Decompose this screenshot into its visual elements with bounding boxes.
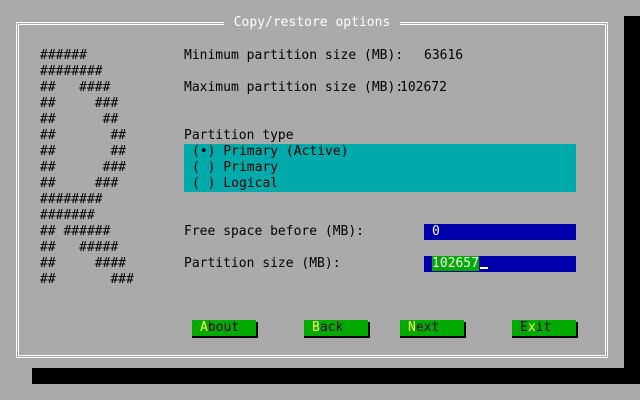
free-space-input[interactable]: 0 bbox=[424, 224, 576, 240]
hotkey-letter: A bbox=[200, 320, 208, 335]
exit-button[interactable]: Exit bbox=[512, 320, 578, 338]
copy-restore-dialog: Copy/restore options ###### ######## ## … bbox=[0, 0, 624, 368]
dialog-title: Copy/restore options bbox=[224, 15, 400, 31]
radio-primary[interactable]: ( ) Primary bbox=[192, 160, 278, 176]
next-button[interactable]: Next bbox=[400, 320, 466, 338]
min-size-label: Minimum partition size (MB): bbox=[184, 48, 404, 63]
about-button[interactable]: About bbox=[192, 320, 258, 338]
radio-mark: ( ) bbox=[192, 160, 216, 175]
button-label-prefix: E bbox=[520, 320, 528, 335]
button-shadow bbox=[400, 336, 464, 338]
button-shadow bbox=[256, 322, 258, 338]
radio-label: Primary (Active) bbox=[223, 144, 349, 159]
button-label: bout bbox=[207, 320, 240, 335]
logo-art: ###### ######## ## #### ## ### ## ## ## … bbox=[40, 48, 134, 287]
radio-logical[interactable]: ( ) Logical bbox=[192, 176, 278, 192]
partition-type-label: Partition type bbox=[184, 128, 294, 143]
min-size-value: 63616 bbox=[424, 48, 464, 63]
radio-primary-active[interactable]: (•) Primary (Active) bbox=[192, 144, 349, 160]
free-space-label: Free space before (MB): bbox=[184, 224, 365, 239]
button-shadow bbox=[192, 336, 256, 338]
partition-size-input[interactable]: 102657 bbox=[424, 256, 576, 272]
button-shadow bbox=[512, 336, 576, 338]
hotkey-letter: x bbox=[527, 320, 536, 335]
button-shadow bbox=[576, 322, 578, 338]
free-space-value: 0 bbox=[432, 224, 440, 239]
hotkey-letter: N bbox=[408, 320, 416, 335]
radio-mark-selected: (•) bbox=[192, 144, 216, 159]
radio-label: Primary bbox=[223, 160, 279, 175]
button-shadow bbox=[368, 322, 370, 338]
button-label: ext bbox=[415, 320, 440, 335]
button-shadow bbox=[304, 336, 368, 338]
max-size-value: 102672 bbox=[400, 80, 447, 95]
hotkey-letter: B bbox=[312, 320, 320, 335]
partition-size-label: Partition size (MB): bbox=[184, 256, 341, 271]
back-button[interactable]: Back bbox=[304, 320, 370, 338]
radio-label: Logical bbox=[223, 176, 279, 191]
button-label: it bbox=[535, 320, 552, 335]
text-cursor bbox=[479, 267, 488, 269]
radio-mark: ( ) bbox=[192, 176, 216, 191]
button-shadow bbox=[464, 322, 466, 338]
partition-size-value: 102657 bbox=[432, 256, 479, 271]
button-label: ack bbox=[319, 320, 344, 335]
max-size-label: Maximum partition size (MB): bbox=[184, 80, 404, 95]
